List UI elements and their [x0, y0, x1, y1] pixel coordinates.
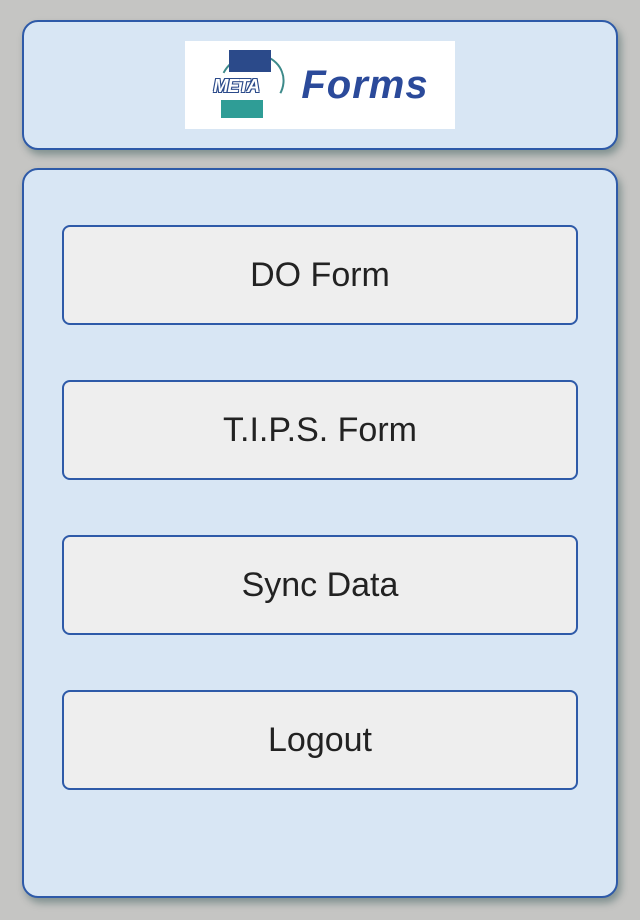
header-card: META Forms: [22, 20, 618, 150]
logo-forms-text: Forms: [301, 63, 428, 108]
sync-data-button[interactable]: Sync Data: [62, 535, 578, 635]
logo-meta-text: META: [213, 76, 259, 97]
do-form-button[interactable]: DO Form: [62, 225, 578, 325]
tips-form-button[interactable]: T.I.P.S. Form: [62, 380, 578, 480]
logout-button[interactable]: Logout: [62, 690, 578, 790]
logo-mark-icon: META: [211, 50, 291, 120]
menu-card: DO Form T.I.P.S. Form Sync Data Logout: [22, 168, 618, 898]
app-logo: META Forms: [185, 41, 455, 129]
